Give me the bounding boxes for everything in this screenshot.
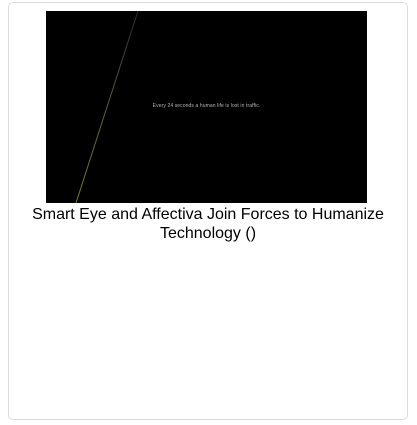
article-title-link[interactable]: Smart Eye and Affectiva Join Forces to H… [9, 205, 407, 243]
video-thumbnail[interactable]: Every 24 seconds a human life is lost in… [46, 11, 367, 203]
video-thumbnail-caption: Every 24 seconds a human life is lost in… [152, 103, 261, 109]
article-card: Every 24 seconds a human life is lost in… [8, 2, 408, 420]
page: Every 24 seconds a human life is lost in… [0, 0, 417, 425]
